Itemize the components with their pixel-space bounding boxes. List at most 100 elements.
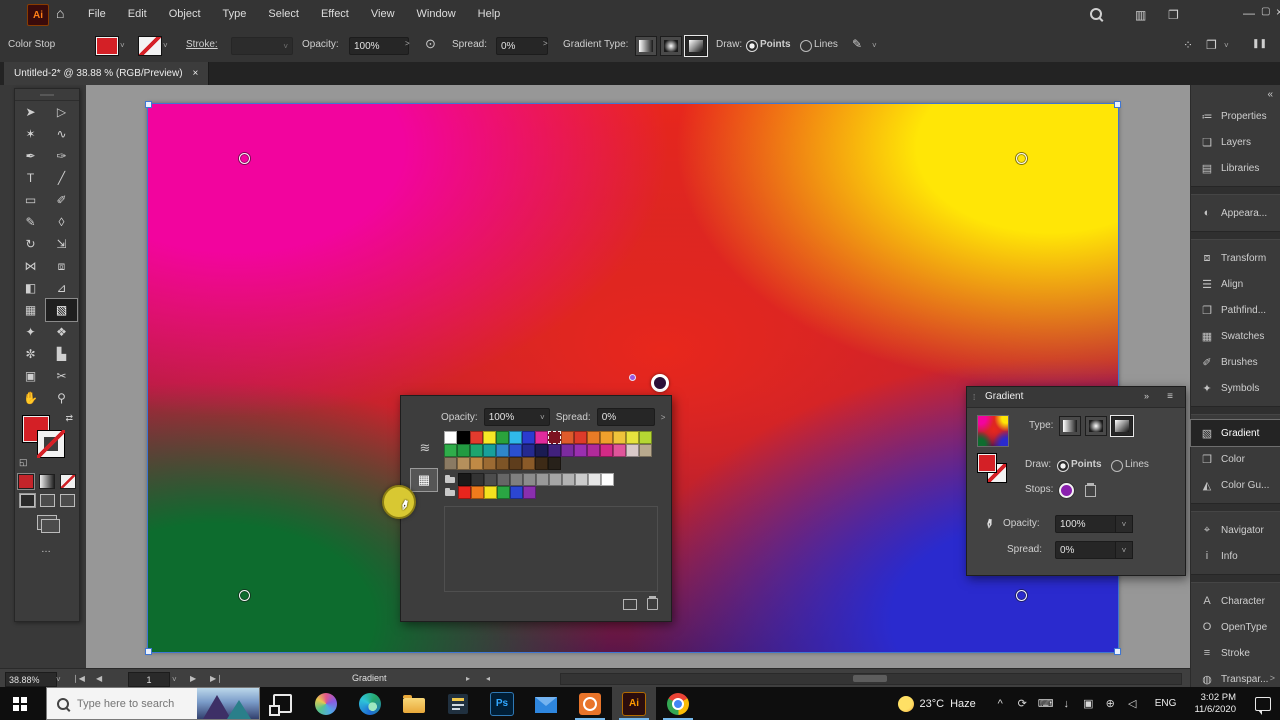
gradient-fill-proxy[interactable] <box>977 453 997 473</box>
curvature-tool[interactable]: ✑ <box>46 145 77 167</box>
screen-recorder-app[interactable] <box>568 687 612 720</box>
menu-file[interactable]: File <box>88 8 106 20</box>
menu-effect[interactable]: Effect <box>321 8 349 20</box>
color-swatch[interactable] <box>574 431 587 444</box>
dock-item-layers[interactable]: ❏ Layers <box>1191 129 1280 155</box>
color-swatch[interactable] <box>549 473 562 486</box>
color-swatch[interactable] <box>457 457 470 470</box>
artboard-last-icon[interactable]: ▶❘ <box>210 674 223 683</box>
panel-collapse-icon[interactable]: » <box>1144 391 1149 401</box>
tools-panel-grip[interactable] <box>15 89 79 101</box>
delete-swatch-icon[interactable] <box>647 596 658 610</box>
dock-item-brushes[interactable]: ✐ Brushes <box>1191 349 1280 375</box>
zoom-chevron-icon[interactable]: ˅ <box>56 675 61 684</box>
weather-widget[interactable]: 23°C Haze <box>888 695 986 712</box>
mesh-tool[interactable]: ▦ <box>15 299 46 321</box>
dock-item-color[interactable]: ❒ Color <box>1191 446 1280 472</box>
dock-item-stroke[interactable]: ≡ Stroke <box>1191 640 1280 666</box>
gradient-type-linear-button[interactable] <box>635 36 657 56</box>
color-swatch[interactable] <box>470 457 483 470</box>
color-swatch[interactable] <box>522 444 535 457</box>
gradient-point-bottom-right[interactable] <box>1016 590 1027 601</box>
gradient-panel-header[interactable]: ⁞ Gradient » ≡ <box>967 387 1185 408</box>
color-swatch[interactable] <box>535 444 548 457</box>
shape-builder-tool[interactable]: ◧ <box>15 277 46 299</box>
color-swatch[interactable] <box>497 473 510 486</box>
gradient-type-radial-button[interactable] <box>660 36 682 56</box>
color-swatch[interactable] <box>471 473 484 486</box>
fill-chevron-icon[interactable]: ˅ <box>120 41 125 50</box>
default-fill-stroke-icon[interactable]: ◱ <box>19 457 28 468</box>
draw-behind-mode-icon[interactable] <box>39 494 55 507</box>
color-swatch[interactable] <box>613 444 626 457</box>
color-swatch[interactable] <box>509 431 522 444</box>
gp-lines-label[interactable]: Lines <box>1125 459 1149 470</box>
swatches-view-icon[interactable]: ▦ <box>410 468 438 492</box>
draw-normal-mode-icon[interactable] <box>18 493 36 508</box>
color-swatch[interactable] <box>470 431 483 444</box>
artboard-handle[interactable] <box>145 101 152 108</box>
free-transform-tool[interactable]: ⧈ <box>46 255 77 277</box>
menu-help[interactable]: Help <box>478 8 501 20</box>
update-icon[interactable]: ⟳ <box>1016 697 1029 710</box>
scale-tool[interactable]: ⇲ <box>46 233 77 255</box>
color-swatch[interactable] <box>587 431 600 444</box>
restore-button[interactable]: ▢ <box>1261 6 1270 17</box>
color-swatch[interactable] <box>510 486 523 499</box>
illustrator-app[interactable]: Ai <box>612 687 656 720</box>
color-swatch[interactable] <box>588 473 601 486</box>
eyedropper-tool[interactable]: ✦ <box>15 321 46 343</box>
gradient-point-bottom-left[interactable] <box>239 590 250 601</box>
stroke-color-swatch[interactable] <box>138 36 162 56</box>
gp-spread-chevron[interactable]: ˅ <box>1115 541 1133 559</box>
color-swatch[interactable] <box>510 473 523 486</box>
dock-icon-3[interactable]: ❚❚ <box>1252 38 1267 49</box>
gp-spread-field[interactable]: 0% <box>1055 541 1121 559</box>
none-button[interactable] <box>60 474 76 489</box>
mail-app[interactable] <box>524 687 568 720</box>
delete-stop-icon[interactable] <box>1085 483 1096 497</box>
gradient-point-top-left[interactable] <box>239 153 250 164</box>
gp-points-label[interactable]: Points <box>1071 459 1102 470</box>
minimize-button[interactable]: — <box>1243 6 1255 20</box>
opacity-field[interactable]: 100% <box>349 37 409 55</box>
fill-color-swatch[interactable] <box>95 36 119 56</box>
dock-item-symbols[interactable]: ✦ Symbols <box>1191 375 1280 401</box>
search-input[interactable] <box>75 696 179 711</box>
color-swatch[interactable] <box>457 431 470 444</box>
dock-item-info[interactable]: i Info <box>1191 543 1280 569</box>
dock-item-properties[interactable]: ≔ Properties <box>1191 103 1280 129</box>
color-swatch[interactable] <box>561 444 574 457</box>
arrange-documents-icon[interactable]: ▥ <box>1135 8 1146 22</box>
dock-item-swatches[interactable]: ▦ Swatches <box>1191 323 1280 349</box>
color-swatch[interactable] <box>457 444 470 457</box>
pencil-tool[interactable]: ✎ <box>15 211 46 233</box>
rotate-tool[interactable]: ↻ <box>15 233 46 255</box>
color-swatch[interactable] <box>561 431 574 444</box>
draw-points-label[interactable]: Points <box>760 39 791 50</box>
gp-type-linear-button[interactable] <box>1059 416 1081 436</box>
dock-item-character[interactable]: A Character <box>1191 588 1280 614</box>
color-swatch[interactable] <box>471 486 484 499</box>
popup-opacity-field[interactable]: 100% ˅ <box>483 408 550 426</box>
chrome-browser[interactable] <box>656 687 700 720</box>
perspective-grid-tool[interactable]: ⊿ <box>46 277 77 299</box>
color-swatch[interactable] <box>548 444 561 457</box>
taskbar-search-box[interactable] <box>46 687 260 720</box>
dock-item-pathfinder[interactable]: ❐ Pathfind... <box>1191 297 1280 323</box>
color-swatch[interactable] <box>497 486 510 499</box>
artboard-first-icon[interactable]: ❘◀ <box>72 674 85 683</box>
color-swatch[interactable] <box>444 457 457 470</box>
color-swatch[interactable] <box>522 431 535 444</box>
dock-icon-2[interactable]: ❐ <box>1206 38 1217 52</box>
gradient-point-top-right[interactable] <box>1016 153 1027 164</box>
gradient-annotator-icon[interactable]: ⊙ <box>425 36 436 52</box>
dock-item-gradient[interactable]: ▧ Gradient <box>1190 419 1280 447</box>
menu-edit[interactable]: Edit <box>128 8 147 20</box>
draw-points-radio[interactable] <box>746 38 758 56</box>
dock-item-align[interactable]: ☰ Align <box>1191 271 1280 297</box>
hidden-icons-chevron[interactable]: ^ <box>994 698 1007 710</box>
stroke-weight-field[interactable]: ˅ <box>231 37 293 55</box>
menu-type[interactable]: Type <box>223 8 247 20</box>
zoom-level-field[interactable]: 38.88% <box>5 672 57 687</box>
